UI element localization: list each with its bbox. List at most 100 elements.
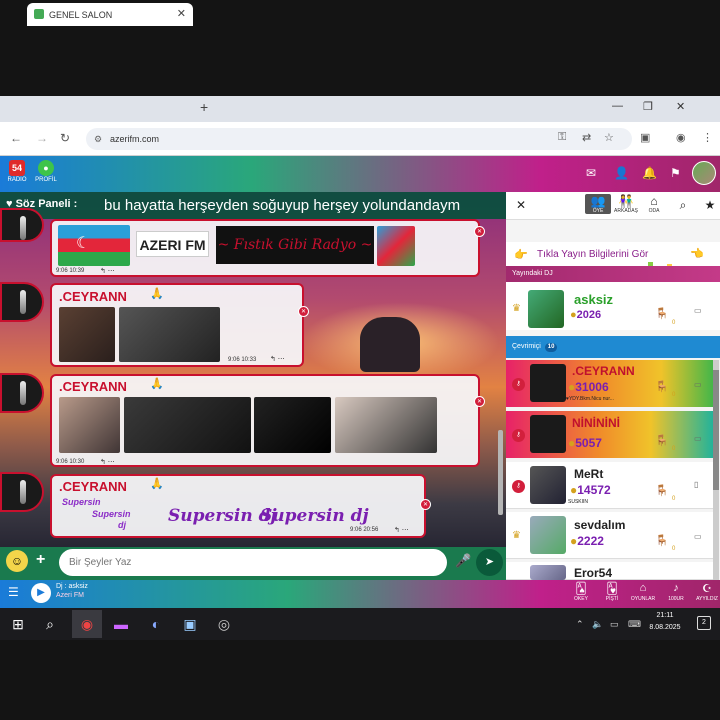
taskbar-time[interactable]: 21:11 xyxy=(645,612,685,619)
user-name[interactable]: .CEYRANN xyxy=(572,364,635,378)
radio-button[interactable]: 54 RADIO xyxy=(4,160,30,183)
message-avatar[interactable] xyxy=(0,373,44,413)
play-button[interactable]: ▶ xyxy=(31,583,51,603)
cards-icon: 🂱 xyxy=(606,583,618,595)
user-avatar[interactable] xyxy=(530,364,566,402)
user-name[interactable]: MeRt xyxy=(574,467,603,481)
reply-icon[interactable]: ↰ ⋯ xyxy=(394,526,409,534)
broadcast-info-text[interactable]: Tıkla Yayın Bilgilerini Gör xyxy=(537,249,648,260)
taskbar-date[interactable]: 8.08.2025 xyxy=(645,624,685,631)
radio-label: RADIO xyxy=(7,177,27,183)
user-avatar[interactable] xyxy=(692,161,716,185)
minimize-icon[interactable]: — xyxy=(612,100,623,112)
bell-icon[interactable]: 🔔 xyxy=(642,166,657,180)
user-icon[interactable]: 👤 xyxy=(614,166,629,180)
message-input[interactable] xyxy=(59,549,447,576)
message-delete-icon[interactable]: ✕ xyxy=(474,396,485,407)
profile-button[interactable]: ● PROFİL xyxy=(33,160,59,183)
extensions-icon[interactable]: ▣ xyxy=(640,131,650,144)
shared-photo[interactable] xyxy=(254,397,331,453)
shared-photo[interactable] xyxy=(124,397,251,453)
user-name[interactable]: NİNİNİNİ xyxy=(572,416,620,430)
shared-photo[interactable] xyxy=(119,307,220,362)
dj-name[interactable]: asksiz xyxy=(574,292,613,307)
message-avatar[interactable] xyxy=(0,472,44,512)
key-icon[interactable]: ⚿ xyxy=(558,131,566,144)
chair-icon: 🪑 xyxy=(655,381,669,393)
user-avatar[interactable] xyxy=(530,516,566,554)
search-icon[interactable]: ⌕ xyxy=(670,198,696,213)
menu-dots-icon[interactable]: ⋮ xyxy=(702,131,713,144)
profile-icon[interactable]: ◉ xyxy=(676,131,686,144)
back-icon[interactable]: ← xyxy=(10,131,22,145)
flag-icon[interactable]: ⚑ xyxy=(670,166,681,180)
shared-photo[interactable] xyxy=(335,397,437,453)
close-tab-icon[interactable]: ✕ xyxy=(177,7,186,20)
chat-scrollbar[interactable] xyxy=(498,430,503,515)
microphone-icon[interactable]: 🎤 xyxy=(455,553,471,569)
url-field[interactable]: ⚙ azerifm.com xyxy=(86,128,632,150)
mail-icon[interactable]: ✉ xyxy=(586,166,596,180)
pisti-button[interactable]: 🂱 PİŞTİ xyxy=(599,582,625,602)
tab-friends[interactable]: 👫 ARKADAŞ xyxy=(613,194,639,214)
message-avatar[interactable] xyxy=(0,208,44,242)
star-icon[interactable]: ★ xyxy=(697,198,720,212)
message-username[interactable]: .CEYRANN xyxy=(59,479,127,494)
user-points: ●14572 xyxy=(570,483,611,497)
windows-start-icon[interactable]: ⊞ xyxy=(8,614,28,634)
new-tab-icon[interactable]: + xyxy=(200,99,208,115)
user-status: ♥YDY.Bkm.Nicu nur... xyxy=(566,396,614,402)
user-avatar[interactable] xyxy=(530,466,566,504)
app-icon[interactable]: ◎ xyxy=(214,614,234,634)
tab-users[interactable]: 👥 ÖYE xyxy=(585,194,611,214)
language-icon[interactable]: ⌨ xyxy=(628,619,641,630)
ayyildiz-button[interactable]: ☪ AYYILDIZ xyxy=(694,582,720,602)
dj-avatar[interactable] xyxy=(528,290,564,328)
user-list-scrollbar[interactable] xyxy=(713,360,719,580)
restore-icon[interactable]: ❐ xyxy=(643,100,653,113)
window-close-icon[interactable]: ✕ xyxy=(676,100,685,113)
tab-room[interactable]: ⌂ ODA xyxy=(641,194,667,214)
user-name[interactable]: sevdalım xyxy=(574,518,625,532)
100ur-button[interactable]: ♪ 100UR xyxy=(663,582,689,602)
notification-icon[interactable]: 2 xyxy=(697,616,711,630)
message-delete-icon[interactable]: ✕ xyxy=(298,306,309,317)
tray-chevron-icon[interactable]: ⌃ xyxy=(576,619,584,630)
bookmark-star-icon[interactable]: ☆ xyxy=(604,131,614,144)
network-icon[interactable]: ▭ xyxy=(610,619,619,630)
close-panel-icon[interactable]: ✕ xyxy=(508,198,534,212)
app-icon[interactable]: ▣ xyxy=(180,614,200,634)
app-icon[interactable]: ◐ xyxy=(146,614,166,634)
app-icon[interactable]: ▬ xyxy=(111,614,131,634)
screen: GENEL SALON ✕ + — ❐ ✕ ← → ↻ ⚙ azerifm.co… xyxy=(0,0,720,720)
shared-photo[interactable] xyxy=(59,397,120,453)
shared-photo[interactable] xyxy=(59,307,115,362)
reply-icon[interactable]: ↰ ⋯ xyxy=(270,355,285,363)
okey-button[interactable]: 🂡 OKEY xyxy=(568,582,594,602)
reply-icon[interactable]: ↰ ⋯ xyxy=(100,458,115,466)
translate-icon[interactable]: ⇄ xyxy=(582,131,591,144)
emoji-icon[interactable]: ☺ xyxy=(6,550,28,572)
reply-icon[interactable]: ↰ ⋯ xyxy=(100,267,115,275)
message-avatar[interactable] xyxy=(0,282,44,322)
user-name[interactable]: Eror54 xyxy=(574,566,612,580)
chrome-icon[interactable]: ◉ xyxy=(77,614,97,634)
user-avatar[interactable] xyxy=(530,565,566,580)
attach-plus-icon[interactable]: + xyxy=(36,551,45,569)
forward-icon[interactable]: → xyxy=(36,131,48,145)
site-header xyxy=(0,156,720,192)
message-username[interactable]: .CEYRANN xyxy=(59,289,127,304)
message-delete-icon[interactable]: ✕ xyxy=(474,226,485,237)
message-username[interactable]: .CEYRANN xyxy=(59,379,127,394)
reload-icon[interactable]: ↻ xyxy=(60,131,70,145)
games-button[interactable]: ⌂ OYUNLAR xyxy=(630,582,656,602)
search-icon[interactable]: ⌕ xyxy=(40,614,60,634)
site-info-icon[interactable]: ⚙ xyxy=(94,128,102,150)
crown-icon: ♛ xyxy=(512,303,521,314)
message-delete-icon[interactable]: ✕ xyxy=(420,499,431,510)
browser-tab[interactable]: GENEL SALON ✕ xyxy=(27,3,193,26)
send-button[interactable]: ➤ xyxy=(476,549,503,576)
user-avatar[interactable] xyxy=(530,415,566,453)
volume-icon[interactable]: 🔈 xyxy=(592,619,603,630)
menu-icon[interactable]: ☰ xyxy=(8,585,19,599)
